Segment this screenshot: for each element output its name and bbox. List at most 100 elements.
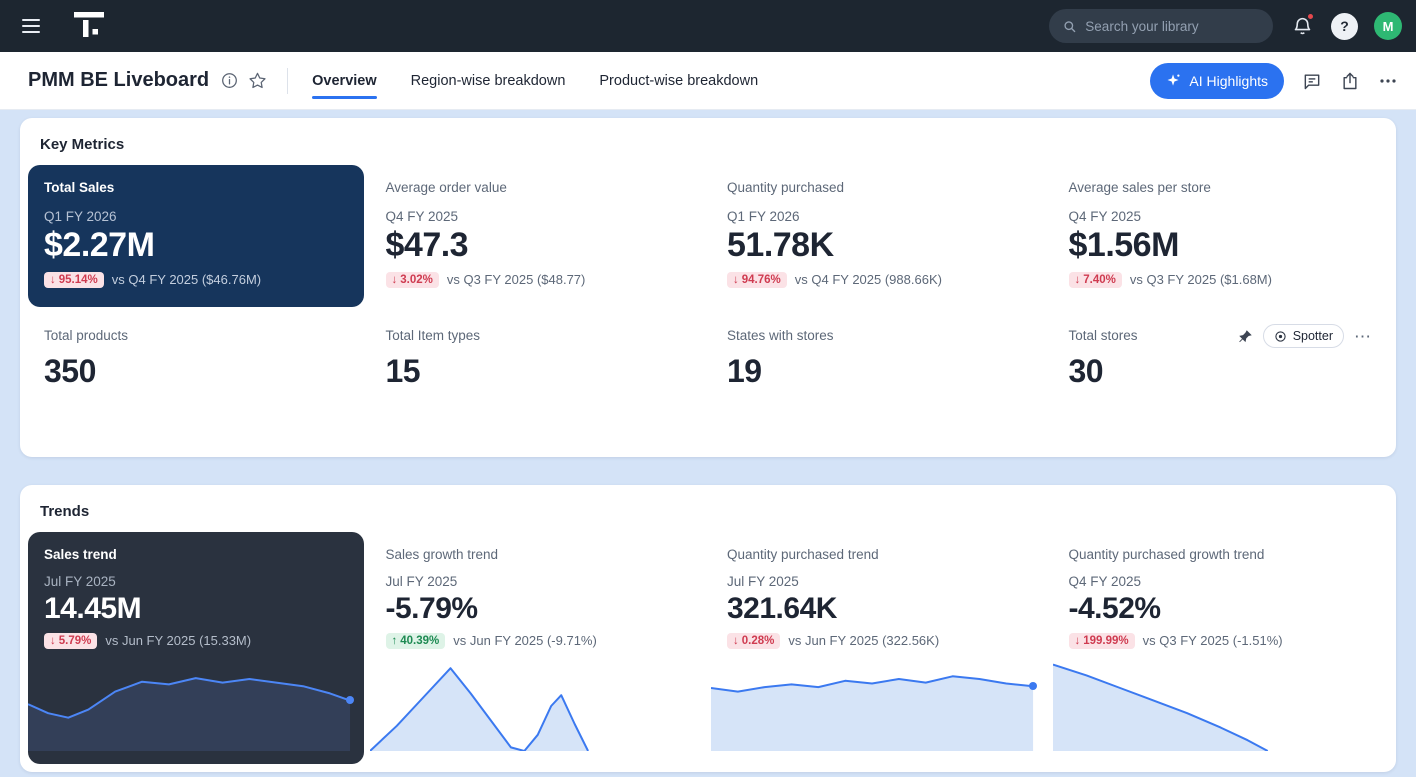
trend-label: Quantity purchased growth trend <box>1069 547 1373 562</box>
kpi-period: Q4 FY 2025 <box>1069 209 1373 224</box>
trend-value: -4.52% <box>1069 593 1373 625</box>
thoughtspot-logo[interactable] <box>70 9 110 44</box>
comments-button[interactable] <box>1302 71 1322 91</box>
kpi-tile-average-sales-per-store[interactable]: Average sales per store Q4 FY 2025 $1.56… <box>1053 165 1389 307</box>
library-search[interactable] <box>1049 9 1273 43</box>
kpi-label: States with stores <box>727 328 1031 343</box>
section-title-key-metrics: Key Metrics <box>20 118 1396 163</box>
trend-period: Q4 FY 2025 <box>1069 574 1373 589</box>
delta-arrow-icon: ↓ <box>50 274 56 286</box>
key-metrics-section: Key Metrics Total Sales Q1 FY 2026 $2.27… <box>20 118 1396 457</box>
section-title-trends: Trends <box>20 485 1396 530</box>
sparkline-chart[interactable] <box>1053 661 1389 751</box>
tile-more-button[interactable]: ⋯ <box>1354 328 1372 345</box>
thoughtspot-logo-icon <box>70 9 110 39</box>
kpi-value: $2.27M <box>44 228 348 264</box>
kpi-label: Total products <box>44 328 348 343</box>
trend-comparison: vs Jun FY 2025 (322.56K) <box>788 633 939 648</box>
kpi-period: Q1 FY 2026 <box>727 209 1031 224</box>
spotter-chip[interactable]: Spotter <box>1263 324 1344 348</box>
trend-tile-sales-growth-trend[interactable]: Sales growth trend Jul FY 2025 -5.79% ↑4… <box>370 532 706 764</box>
share-button[interactable] <box>1340 71 1360 91</box>
delta-arrow-icon: ↓ <box>392 274 398 286</box>
user-avatar[interactable]: M <box>1374 12 1402 40</box>
kpi-label: Total Item types <box>386 328 690 343</box>
kpi-period: Q4 FY 2025 <box>386 209 690 224</box>
kpi-tile-total-item-types[interactable]: Total Item types 15 <box>370 313 706 449</box>
ellipsis-icon <box>1378 71 1398 91</box>
tab-overview[interactable]: Overview <box>312 52 377 109</box>
trends-grid: Sales trend Jul FY 2025 14.45M ↓5.79% vs… <box>20 530 1396 772</box>
top-navbar: ? M <box>0 0 1416 52</box>
trend-tile-sales-trend[interactable]: Sales trend Jul FY 2025 14.45M ↓5.79% vs… <box>28 532 364 764</box>
kpi-comparison: vs Q4 FY 2025 ($46.76M) <box>112 272 261 287</box>
kpi-delta-badge: ↓7.40% <box>1069 272 1122 288</box>
kpi-label: Total stores <box>1069 328 1138 343</box>
trend-label: Quantity purchased trend <box>727 547 1031 562</box>
spotter-eye-icon <box>1274 330 1287 343</box>
share-export-icon <box>1340 71 1360 91</box>
kpi-label: Total Sales <box>44 180 348 195</box>
pin-icon <box>1238 329 1253 344</box>
tab-region-wise-breakdown[interactable]: Region-wise breakdown <box>411 52 566 109</box>
kpi-comparison: vs Q4 FY 2025 (988.66K) <box>795 272 942 287</box>
kpi-tile-states-with-stores[interactable]: States with stores 19 <box>711 313 1047 449</box>
kpi-delta-badge: ↓95.14% <box>44 272 104 288</box>
trend-value: 14.45M <box>44 593 348 625</box>
kpi-delta-badge: ↓3.02% <box>386 272 439 288</box>
ai-highlights-button[interactable]: AI Highlights <box>1150 63 1284 99</box>
tab-product-wise-breakdown[interactable]: Product-wise breakdown <box>599 52 758 109</box>
delta-arrow-icon: ↓ <box>1075 274 1081 286</box>
trend-delta-badge: ↑40.39% <box>386 633 446 649</box>
sparkline-chart[interactable] <box>711 661 1047 751</box>
trends-section: Trends Sales trend Jul FY 2025 14.45M ↓5… <box>20 485 1396 772</box>
sparkle-icon <box>1166 73 1181 88</box>
trend-value: 321.64K <box>727 593 1031 625</box>
info-icon[interactable] <box>221 72 238 89</box>
kpi-value: 19 <box>727 355 1031 389</box>
kpi-label: Average order value <box>386 180 690 195</box>
kpi-label: Quantity purchased <box>727 180 1031 195</box>
trend-period: Jul FY 2025 <box>727 574 1031 589</box>
kpi-tile-total-stores[interactable]: Total stores Spotter <box>1053 313 1389 449</box>
key-metrics-grid: Total Sales Q1 FY 2026 $2.27M ↓95.14% vs… <box>20 163 1396 457</box>
search-input[interactable] <box>1085 19 1259 34</box>
kpi-label: Average sales per store <box>1069 180 1373 195</box>
trend-delta-badge: ↓5.79% <box>44 633 97 649</box>
help-button[interactable]: ? <box>1331 13 1358 40</box>
liveboard-header: PMM BE Liveboard Overview Region-wise br… <box>0 52 1416 110</box>
kpi-comparison: vs Q3 FY 2025 ($1.68M) <box>1130 272 1272 287</box>
kpi-value: 30 <box>1069 355 1373 389</box>
comment-icon <box>1302 71 1322 91</box>
menu-button[interactable] <box>18 13 44 39</box>
tile-actions: Spotter ⋯ <box>1238 324 1372 348</box>
kpi-tile-average-order-value[interactable]: Average order value Q4 FY 2025 $47.3 ↓3.… <box>370 165 706 307</box>
trend-period: Jul FY 2025 <box>386 574 690 589</box>
pin-button[interactable] <box>1238 329 1253 344</box>
kpi-value: 51.78K <box>727 228 1031 264</box>
trend-tile-quantity-purchased-growth-trend[interactable]: Quantity purchased growth trend Q4 FY 20… <box>1053 532 1389 764</box>
kpi-tile-quantity-purchased[interactable]: Quantity purchased Q1 FY 2026 51.78K ↓94… <box>711 165 1047 307</box>
delta-arrow-icon: ↓ <box>733 274 739 286</box>
more-options-button[interactable] <box>1378 71 1398 91</box>
delta-arrow-icon: ↑ <box>392 635 398 647</box>
sparkline-chart[interactable] <box>28 661 364 751</box>
kpi-value: 15 <box>386 355 690 389</box>
trend-delta-badge: ↓199.99% <box>1069 633 1135 649</box>
liveboard-tabs: Overview Region-wise breakdown Product-w… <box>312 52 758 109</box>
header-divider <box>287 68 288 94</box>
kpi-comparison: vs Q3 FY 2025 ($48.77) <box>447 272 586 287</box>
trend-delta-badge: ↓0.28% <box>727 633 780 649</box>
kpi-tile-total-products[interactable]: Total products 350 <box>28 313 364 449</box>
favorite-star-icon[interactable] <box>248 71 267 90</box>
trend-tile-quantity-purchased-trend[interactable]: Quantity purchased trend Jul FY 2025 321… <box>711 532 1047 764</box>
kpi-value: $1.56M <box>1069 228 1373 264</box>
delta-arrow-icon: ↓ <box>733 635 739 647</box>
sparkline-chart[interactable] <box>370 661 706 751</box>
page-title: PMM BE Liveboard <box>28 69 209 92</box>
notifications-button[interactable] <box>1289 13 1315 39</box>
kpi-value: 350 <box>44 355 348 389</box>
kpi-tile-total-sales[interactable]: Total Sales Q1 FY 2026 $2.27M ↓95.14% vs… <box>28 165 364 307</box>
kpi-delta-badge: ↓94.76% <box>727 272 787 288</box>
kpi-value: $47.3 <box>386 228 690 264</box>
